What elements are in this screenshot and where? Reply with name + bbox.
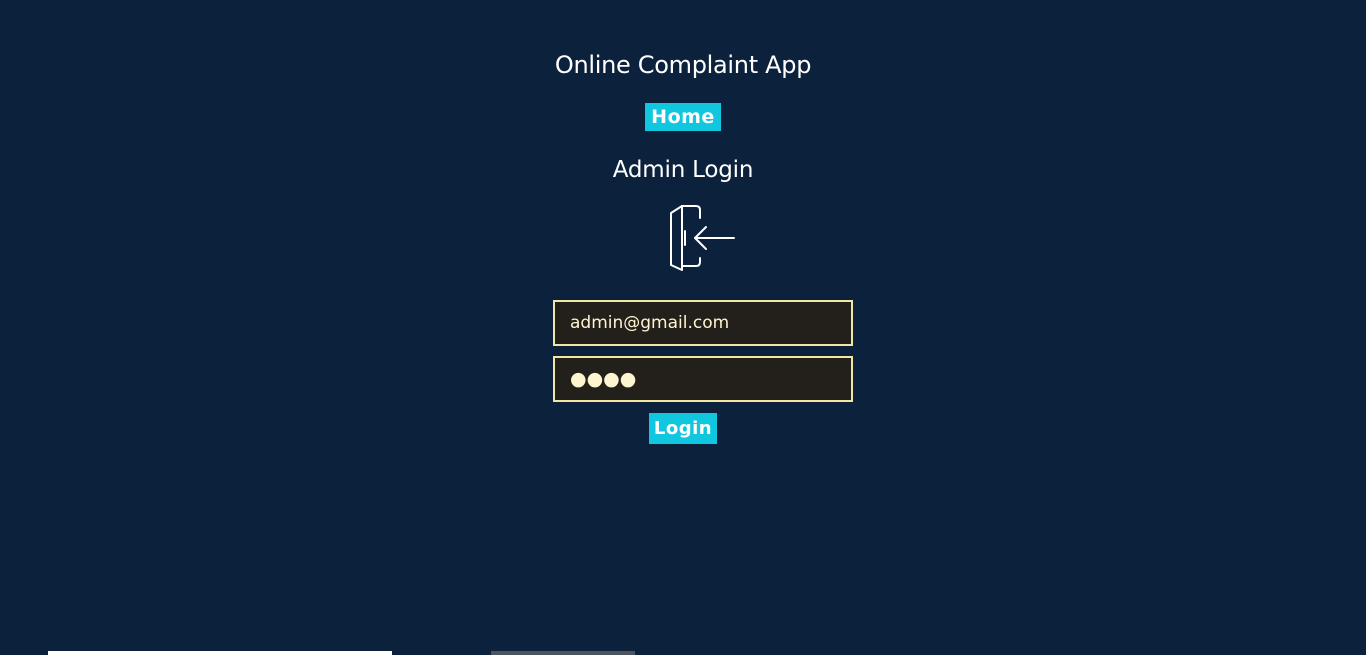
password-mask: ●●●● (570, 368, 637, 390)
taskbar-segment (48, 651, 392, 655)
app-title: Online Complaint App (554, 51, 812, 79)
taskbar-segment (491, 651, 635, 655)
email-field[interactable]: admin@gmail.com (553, 300, 853, 346)
admin-login-page: Online Complaint App Home Admin Login ad… (0, 0, 1366, 655)
email-value: admin@gmail.com (570, 313, 730, 333)
login-heading: Admin Login (612, 157, 754, 183)
home-button[interactable]: Home (645, 103, 721, 131)
login-button[interactable]: Login (649, 413, 717, 444)
door-enter-icon (670, 205, 735, 271)
password-field[interactable]: ●●●● (553, 356, 853, 402)
